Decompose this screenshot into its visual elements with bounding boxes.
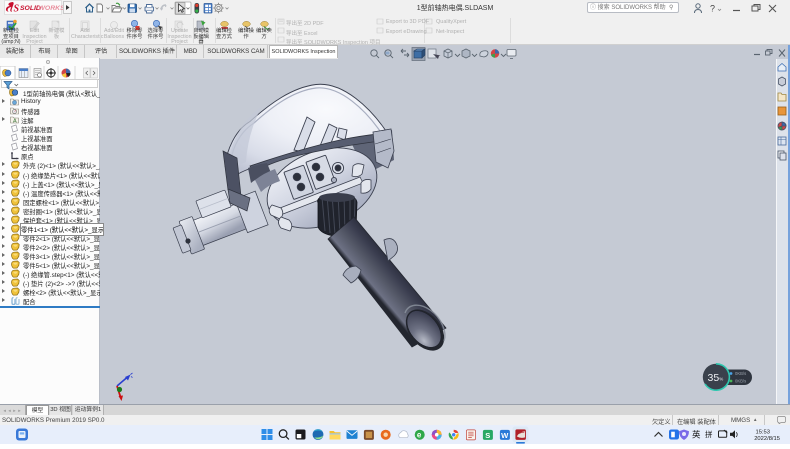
svg-text:S: S [14, 3, 20, 14]
svg-text:0KB/s: 0KB/s [735, 379, 746, 384]
svg-text:英: 英 [692, 430, 701, 440]
svg-text:15:53: 15:53 [755, 430, 770, 436]
svg-text:WORKS: WORKS [39, 5, 66, 12]
svg-text:拼: 拼 [705, 429, 713, 439]
svg-text:?: ? [710, 4, 715, 14]
svg-text:W: W [501, 431, 509, 440]
svg-text:S: S [485, 431, 490, 440]
svg-text:e: e [417, 431, 422, 440]
svg-text:0KB/s: 0KB/s [735, 371, 746, 376]
svg-text:2022/8/15: 2022/8/15 [754, 436, 780, 442]
